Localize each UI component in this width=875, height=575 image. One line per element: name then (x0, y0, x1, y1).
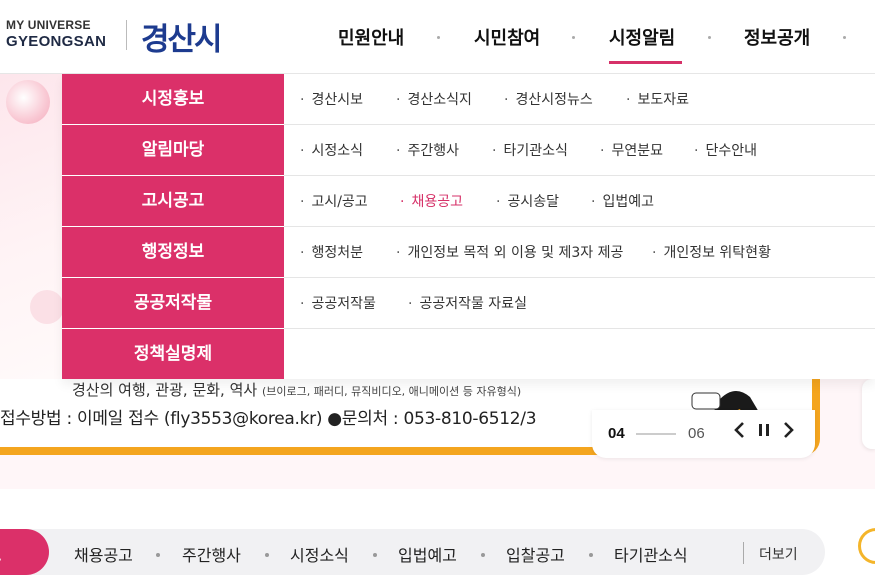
submenu-item[interactable]: · 경산시보 (300, 89, 363, 109)
logo-slogan[interactable]: MY UNIVERSE GYEONGSAN (6, 19, 106, 49)
menu-row: 정책실명제 (62, 329, 875, 379)
active-nav-indicator (609, 61, 682, 64)
logo-divider (126, 20, 127, 50)
decorative-ring (858, 528, 875, 564)
slide-progress (636, 433, 676, 435)
logo[interactable]: 경산시 (141, 14, 223, 59)
submenu-item[interactable]: · 개인정보 목적 외 이용 및 제3자 제공 (396, 242, 623, 262)
submenu-item[interactable]: · 경산소식지 (396, 89, 472, 109)
more-link[interactable]: 더보기 (759, 544, 798, 564)
submenu-item[interactable]: · 단수안내 (694, 140, 757, 160)
decorative-bubble (30, 290, 64, 324)
slide-total: 06 (688, 425, 705, 442)
tab-separator (373, 553, 377, 557)
tab-active[interactable]: 공고 (0, 529, 49, 575)
tab-separator (481, 553, 485, 557)
menu-row: 고시공고 · 고시/공고 · 채용공고 · 공시송달 · 입법예고 (62, 176, 875, 227)
tab-city-news[interactable]: 시정소식 (290, 542, 349, 566)
submenu-item[interactable]: · 개인정보 위탁현황 (652, 242, 771, 262)
tab-legislation[interactable]: 입법예고 (398, 542, 457, 566)
submenu-item[interactable]: · 공공저작물 자료실 (408, 293, 527, 313)
menu-category-admin-info[interactable]: 행정정보 (62, 227, 284, 277)
tab-separator (156, 553, 160, 557)
tab-weekly-events[interactable]: 주간행사 (182, 542, 241, 566)
menu-category-notice[interactable]: 알림마당 (62, 125, 284, 175)
tab-recruitment[interactable]: 채용공고 (74, 542, 133, 566)
chevron-left-icon[interactable] (730, 421, 750, 443)
gnb-item-civil[interactable]: 민원안내 (338, 24, 404, 50)
banner-controls: 04 06 (592, 410, 815, 458)
gnb-item-participation[interactable]: 시민참여 (474, 24, 540, 50)
banner-text-line2: 접수방법 : 이메일 접수 (fly3553@korea.kr) ●문의처 : … (0, 409, 537, 429)
submenu-list: · 시정소식 · 주간행사 · 타기관소식 · 무연분묘 · 단수안내 (284, 125, 875, 176)
submenu-item[interactable]: · 시정소식 (300, 140, 363, 160)
menu-row: 시정홍보 · 경산시보 · 경산소식지 · 경산시정뉴스 · 보도자료 (62, 74, 875, 125)
tab-bidding[interactable]: 입찰공고 (506, 542, 565, 566)
submenu-item[interactable]: · 공공저작물 (300, 293, 376, 313)
mega-menu: 시정홍보 · 경산시보 · 경산소식지 · 경산시정뉴스 · 보도자료 알림마당 · 시정… (62, 74, 875, 379)
submenu-item[interactable]: · 타기관소식 (492, 140, 568, 160)
submenu-item[interactable]: · 행정처분 (300, 242, 363, 262)
menu-category-policy-realname[interactable]: 정책실명제 (62, 329, 284, 379)
submenu-item[interactable]: · 고시/공고 (300, 191, 368, 211)
submenu-item[interactable]: · 보도자료 (626, 89, 689, 109)
submenu-item[interactable]: · 입법예고 (591, 191, 654, 211)
nav-separator (572, 36, 575, 39)
submenu-list: · 행정처분 · 개인정보 목적 외 이용 및 제3자 제공 · 개인정보 위탁현황 (284, 227, 875, 278)
submenu-item[interactable]: · 공시송달 (496, 191, 559, 211)
tab-divider (743, 542, 744, 564)
decorative-bubble (6, 80, 50, 124)
nav-separator (437, 36, 440, 39)
menu-row: 행정정보 · 행정처분 · 개인정보 목적 외 이용 및 제3자 제공 · 개인정보 … (62, 227, 875, 278)
submenu-item[interactable]: · 경산시정뉴스 (504, 89, 593, 109)
slide-current: 04 (608, 425, 625, 442)
submenu-list: · 공공저작물 · 공공저작물 자료실 (284, 278, 875, 329)
submenu-item-active[interactable]: · 채용공고 (400, 191, 463, 211)
submenu-item[interactable]: · 무연분묘 (600, 140, 663, 160)
tab-separator (265, 553, 269, 557)
menu-category-announcement[interactable]: 고시공고 (62, 176, 284, 226)
menu-category-public-works[interactable]: 공공저작물 (62, 278, 284, 328)
tab-other-agencies[interactable]: 타기관소식 (614, 542, 688, 566)
menu-row: 공공저작물 · 공공저작물 · 공공저작물 자료실 (62, 278, 875, 329)
gnb-item-news[interactable]: 시정알림 (609, 24, 675, 50)
menu-category-promotion[interactable]: 시정홍보 (62, 74, 284, 124)
nav-separator (708, 36, 711, 39)
tab-separator (589, 553, 593, 557)
side-card (862, 379, 875, 449)
chevron-right-icon[interactable] (778, 421, 798, 443)
nav-separator (843, 36, 846, 39)
submenu-list: · 경산시보 · 경산소식지 · 경산시정뉴스 · 보도자료 (284, 74, 875, 125)
menu-row: 알림마당 · 시정소식 · 주간행사 · 타기관소식 · 무연분묘 · 단수안내 (62, 125, 875, 176)
submenu-item[interactable]: · 주간행사 (396, 140, 459, 160)
submenu-list: · 고시/공고 · 채용공고 · 공시송달 · 입법예고 (284, 176, 875, 227)
gnb-item-disclosure[interactable]: 정보공개 (744, 24, 810, 50)
pause-icon[interactable] (754, 421, 774, 443)
site-header: MY UNIVERSE GYEONGSAN 경산시 민원안내 시민참여 시정알림… (0, 0, 875, 74)
banner-text-line1: 경산의 여행, 관광, 문화, 역사 (브이로그, 패러디, 뮤직비디오, 애니… (72, 381, 522, 399)
